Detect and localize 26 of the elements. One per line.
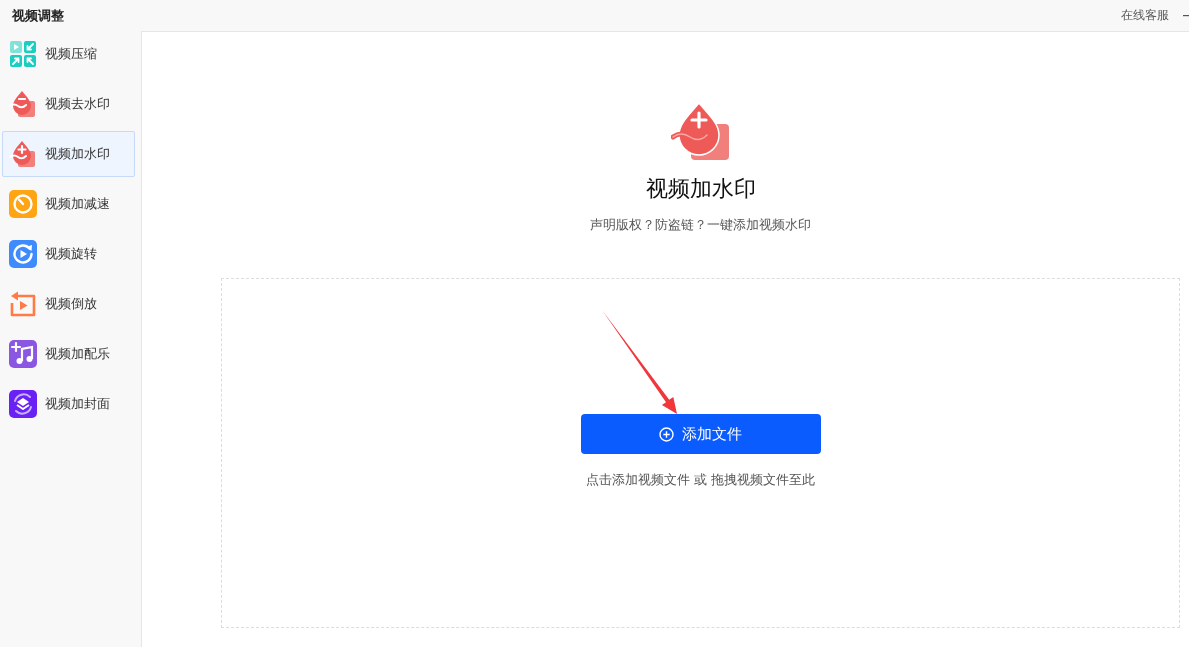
watermark-drop-plus-icon: [670, 102, 731, 160]
layers-cycle-icon: [9, 390, 37, 418]
drop-hint: 点击添加视频文件 或 拖拽视频文件至此: [585, 471, 816, 489]
sidebar-item[interactable]: 视频加封面: [2, 381, 135, 427]
sidebar-item[interactable]: 视频加减速: [2, 181, 135, 227]
file-drop-area[interactable]: 添加文件 点击添加视频文件 或 拖拽视频文件至此: [221, 278, 1180, 628]
rotate-play-icon: [9, 240, 37, 268]
sidebar-item[interactable]: 视频倒放: [2, 281, 135, 327]
music-note-icon: [9, 340, 37, 368]
gauge-icon: [9, 190, 37, 218]
reverse-play-icon: [9, 290, 37, 318]
compress-arrows-icon: [9, 40, 37, 68]
plus-circle-icon: [659, 426, 674, 442]
support-link[interactable]: 在线客服: [1121, 7, 1169, 24]
feature-subtitle: 声明版权？防盗链？一键添加视频水印: [590, 216, 811, 234]
sidebar-item[interactable]: 视频压缩: [2, 31, 135, 77]
sidebar-item[interactable]: 视频去水印: [2, 81, 135, 127]
sidebar-item[interactable]: 视频加配乐: [2, 331, 135, 377]
sidebar-item[interactable]: 视频加水印: [2, 131, 135, 177]
minimize-icon[interactable]: [1183, 14, 1189, 17]
window-title: 视频调整: [12, 6, 65, 25]
drop-plus-icon: [9, 140, 37, 168]
sidebar-item[interactable]: 视频旋转: [2, 231, 135, 277]
feature-title: 视频加水印: [645, 175, 756, 203]
drop-minus-icon: [9, 90, 37, 118]
add-file-button[interactable]: 添加文件: [580, 414, 821, 454]
